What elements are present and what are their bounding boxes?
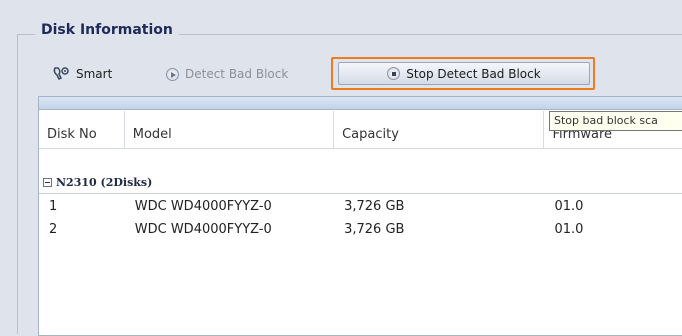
cell-firmware: 01.0 [554, 198, 584, 214]
cell-firmware: 01.0 [554, 221, 584, 237]
tooltip: Stop bad block sca [549, 111, 682, 131]
stop-icon [387, 67, 401, 80]
play-icon [166, 67, 179, 81]
column-header-disk-no[interactable]: Disk No [39, 111, 125, 148]
group-row[interactable]: N2310 (2Disks) [39, 171, 682, 194]
stop-detect-bad-block-label: Stop Detect Bad Block [406, 66, 541, 81]
stop-button-highlight: Stop Detect Bad Block [331, 57, 595, 90]
panel-title: Disk Information [35, 22, 179, 38]
toolbar: Smart Detect Bad Block Stop Detect Bad B… [38, 57, 682, 90]
cell-capacity: 3,726 GB [344, 198, 405, 214]
detect-bad-block-label: Detect Bad Block [185, 67, 289, 81]
table-row[interactable]: 1 WDC WD4000FYYZ-0 3,726 GB 01.0 [39, 195, 682, 217]
column-header-model[interactable]: Model [125, 111, 335, 148]
detect-bad-block-button[interactable]: Detect Bad Block [166, 58, 288, 90]
column-header-capacity[interactable]: Capacity [334, 111, 545, 148]
collapse-icon[interactable] [43, 177, 52, 187]
cell-capacity: 3,726 GB [344, 221, 405, 237]
cell-model: WDC WD4000FYYZ-0 [134, 221, 272, 237]
stop-detect-bad-block-button[interactable]: Stop Detect Bad Block [338, 62, 590, 85]
smart-label: Smart [76, 67, 113, 81]
table-row[interactable]: 2 WDC WD4000FYYZ-0 3,726 GB 01.0 [39, 218, 682, 240]
group-label: N2310 (2Disks) [56, 175, 153, 189]
cell-disk-no: 1 [49, 198, 58, 214]
smart-icon [53, 67, 69, 81]
disk-grid: Disk No Model Capacity Firmware N2310 (2… [38, 96, 682, 336]
smart-button[interactable]: Smart [52, 58, 112, 90]
cell-disk-no: 2 [49, 221, 58, 237]
grid-toolbar [39, 97, 682, 110]
cell-model: WDC WD4000FYYZ-0 [134, 198, 272, 214]
